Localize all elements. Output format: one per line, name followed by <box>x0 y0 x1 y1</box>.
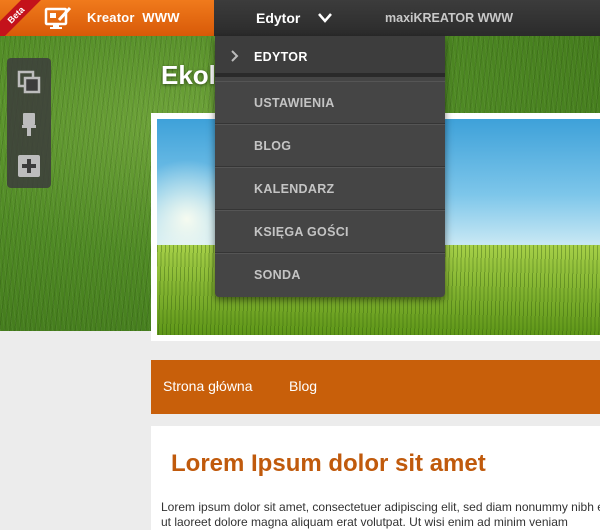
content-line-1: Lorem ipsum dolor sit amet, consectetuer… <box>161 500 600 514</box>
menu-item-label: BLOG <box>254 139 292 153</box>
menu-item-sonda[interactable]: SONDA <box>215 253 445 296</box>
editor-menu-label: Edytor <box>256 10 301 26</box>
kreator-logo-icon <box>44 6 72 30</box>
menu-item-kalendarz[interactable]: KALENDARZ <box>215 167 445 210</box>
content-area: Lorem Ipsum dolor sit amet Lorem ipsum d… <box>151 426 600 530</box>
editor-menu-trigger[interactable]: Edytor <box>214 0 344 36</box>
brush-icon[interactable] <box>15 110 43 138</box>
editor-dropdown-menu: EDYTOR USTAWIENIA BLOG KALENDARZ KSIĘGA … <box>215 36 445 297</box>
menu-item-blog[interactable]: BLOG <box>215 124 445 167</box>
site-title: Ekol <box>161 60 216 90</box>
site-nav: Strona główna Blog <box>151 360 600 414</box>
copy-icon[interactable] <box>15 68 43 96</box>
menu-item-label: EDYTOR <box>254 50 308 64</box>
nav-item-home[interactable]: Strona główna <box>163 378 253 394</box>
menu-item-edytor[interactable]: EDYTOR <box>215 36 445 77</box>
menu-item-ustawienia[interactable]: USTAWIENIA <box>215 81 445 124</box>
beta-ribbon: Beta <box>0 0 43 36</box>
editor-tool-panel <box>7 58 51 188</box>
top-bar: Beta Kreator WWW Edytor maxiKREATOR WWW <box>0 0 600 36</box>
nav-item-blog[interactable]: Blog <box>289 378 317 394</box>
add-icon[interactable] <box>15 152 43 180</box>
menu-item-ksiega-gosci[interactable]: KSIĘGA GOŚCI <box>215 210 445 253</box>
maxikreator-link[interactable]: maxiKREATOR WWW <box>385 11 513 25</box>
menu-item-label: KALENDARZ <box>254 182 335 196</box>
chevron-down-icon <box>318 11 332 23</box>
content-title: Lorem Ipsum dolor sit amet <box>171 450 486 477</box>
menu-item-label: SONDA <box>254 268 301 282</box>
brand-area: Beta Kreator WWW <box>0 0 214 36</box>
chevron-right-icon <box>231 50 239 62</box>
menu-item-label: USTAWIENIA <box>254 96 335 110</box>
brand-label[interactable]: Kreator WWW <box>87 10 180 25</box>
menu-item-label: KSIĘGA GOŚCI <box>254 225 349 239</box>
content-line-2: ut laoreet dolore magna aliquam erat vol… <box>161 515 568 529</box>
content-text: Lorem ipsum dolor sit amet, consectetuer… <box>161 500 600 530</box>
